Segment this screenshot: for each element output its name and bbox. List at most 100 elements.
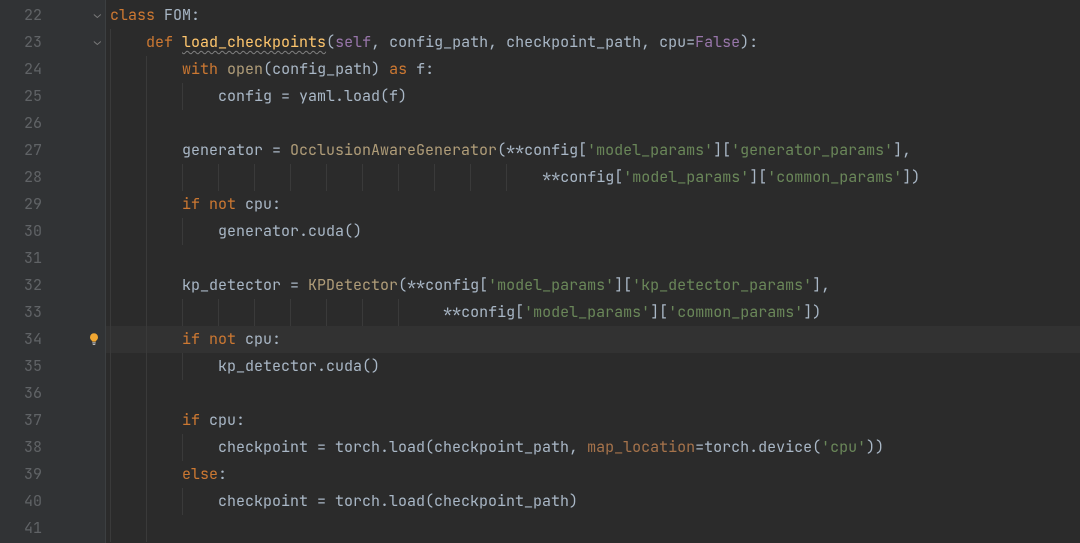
line-number: 27 <box>0 137 42 164</box>
code-line[interactable]: class FOM: <box>106 2 1080 29</box>
code-token: cpu: <box>245 329 281 349</box>
code-line[interactable]: def load_checkpoints(self, config_path, … <box>106 29 1080 56</box>
code-token: ]) <box>803 302 821 322</box>
gutter-slot <box>58 110 105 137</box>
code-token: 'model_params' <box>623 167 749 187</box>
code-line[interactable]: generator = OcclusionAwareGenerator(**co… <box>106 137 1080 164</box>
code-token: ): <box>740 32 758 52</box>
code-token: FOM: <box>164 5 200 25</box>
code-line[interactable]: if not cpu: <box>106 326 1080 353</box>
gutter-slot <box>58 272 105 299</box>
code-token: self <box>335 32 371 52</box>
code-token: ][ <box>614 275 632 295</box>
code-line[interactable]: config = yaml.load(f) <box>106 83 1080 110</box>
code-token: class <box>110 5 164 25</box>
code-token: config = yaml.load(f) <box>218 86 407 106</box>
code-token: OcclusionAwareGenerator <box>290 140 497 160</box>
line-number: 26 <box>0 110 42 137</box>
line-number-gutter: 2223242526272829303132333435363738394041 <box>0 0 58 543</box>
code-line[interactable]: kp_detector.cuda() <box>106 353 1080 380</box>
code-token: f: <box>416 59 434 79</box>
code-token: open <box>227 59 263 79</box>
code-token: KPDetector <box>308 275 398 295</box>
line-number: 28 <box>0 164 42 191</box>
code-token: kp_detector.cuda() <box>218 356 380 376</box>
code-token: if not <box>182 194 245 214</box>
code-token: 'common_params' <box>668 302 803 322</box>
code-token: : <box>218 464 227 484</box>
gutter-slot <box>58 299 105 326</box>
code-token: =torch.device( <box>695 437 821 457</box>
code-token: kp_detector = <box>182 275 308 295</box>
fold-icon[interactable]: ⌄ <box>94 28 101 55</box>
gutter-slot <box>58 245 105 272</box>
gutter-slot <box>58 380 105 407</box>
code-token: ][ <box>713 140 731 160</box>
gutter-slot <box>58 164 105 191</box>
gutter-slot <box>58 353 105 380</box>
code-token: 'generator_params' <box>731 140 893 160</box>
line-number: 23 <box>0 29 42 56</box>
line-number: 38 <box>0 434 42 461</box>
code-line[interactable] <box>106 245 1080 272</box>
code-line[interactable]: checkpoint = torch.load(checkpoint_path,… <box>106 434 1080 461</box>
code-token: (config_path) <box>263 59 389 79</box>
code-token: ( <box>326 32 335 52</box>
gutter-slot <box>58 326 105 353</box>
code-token: if not <box>182 329 245 349</box>
code-token: with <box>182 59 227 79</box>
line-number: 33 <box>0 299 42 326</box>
intent-bulb-icon[interactable] <box>87 332 101 346</box>
gutter-slot <box>58 218 105 245</box>
code-line[interactable]: checkpoint = torch.load(checkpoint_path) <box>106 488 1080 515</box>
gutter-slot <box>58 407 105 434</box>
code-token: ], <box>893 140 911 160</box>
code-token: (**config[ <box>398 275 488 295</box>
line-number: 34 <box>0 326 42 353</box>
code-token: def <box>146 32 182 52</box>
line-number: 31 <box>0 245 42 272</box>
code-line[interactable]: generator.cuda() <box>106 218 1080 245</box>
gutter-slot <box>58 137 105 164</box>
line-number: 40 <box>0 488 42 515</box>
code-line[interactable]: if cpu: <box>106 407 1080 434</box>
code-line[interactable]: with open(config_path) as f: <box>106 56 1080 83</box>
code-token: else <box>182 464 218 484</box>
code-line[interactable] <box>106 380 1080 407</box>
code-line[interactable]: **config['model_params']['common_params'… <box>106 299 1080 326</box>
code-token: 'model_params' <box>488 275 614 295</box>
code-editor[interactable]: 2223242526272829303132333435363738394041… <box>0 0 1080 543</box>
line-number: 25 <box>0 83 42 110</box>
code-area[interactable]: class FOM: def load_checkpoints(self, co… <box>106 0 1080 543</box>
code-token: as <box>389 59 416 79</box>
code-line[interactable]: kp_detector = KPDetector(**config['model… <box>106 272 1080 299</box>
code-token: 'model_params' <box>524 302 650 322</box>
line-number: 37 <box>0 407 42 434</box>
code-token: )) <box>866 437 884 457</box>
gutter-slot: ⌄ <box>58 2 105 29</box>
code-line[interactable]: if not cpu: <box>106 191 1080 218</box>
code-token: generator = <box>182 140 290 160</box>
code-token: **config[ <box>542 167 623 187</box>
fold-icon[interactable]: ⌄ <box>94 1 101 28</box>
code-line[interactable]: **config['model_params']['common_params'… <box>106 164 1080 191</box>
code-token: map_location <box>587 437 695 457</box>
gutter-slot: ⌄ <box>58 29 105 56</box>
code-token: ]) <box>902 167 920 187</box>
code-line[interactable]: else: <box>106 461 1080 488</box>
code-token: load_checkpoints <box>182 32 326 52</box>
line-number: 30 <box>0 218 42 245</box>
gutter-slot <box>58 83 105 110</box>
code-token: 'common_params' <box>767 167 902 187</box>
code-token: generator.cuda() <box>218 221 362 241</box>
code-token: 'cpu' <box>821 437 866 457</box>
code-token: **config[ <box>443 302 524 322</box>
line-number: 29 <box>0 191 42 218</box>
gutter-slot <box>58 515 105 542</box>
gutter-slot <box>58 434 105 461</box>
code-token: (**config[ <box>497 140 587 160</box>
gutter-slot <box>58 56 105 83</box>
code-line[interactable] <box>106 515 1080 542</box>
code-line[interactable] <box>106 110 1080 137</box>
line-number: 35 <box>0 353 42 380</box>
